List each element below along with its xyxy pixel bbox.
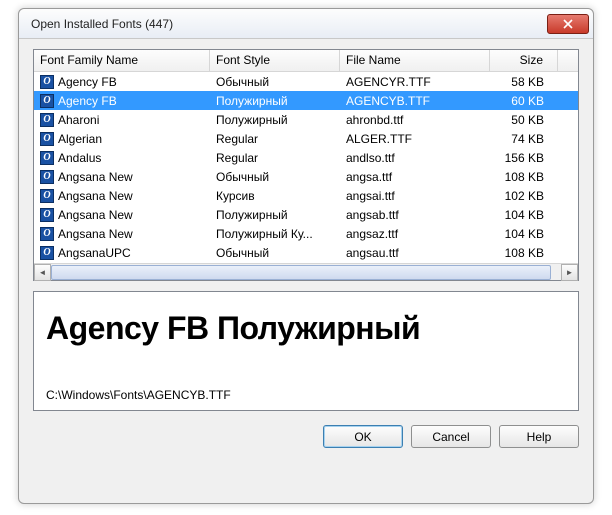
- scroll-thumb[interactable]: [51, 265, 551, 280]
- font-file-icon: O: [40, 170, 54, 184]
- font-file-icon: O: [40, 132, 54, 146]
- font-file-icon: O: [40, 113, 54, 127]
- help-button[interactable]: Help: [499, 425, 579, 448]
- window-title: Open Installed Fonts (447): [31, 17, 547, 31]
- cell-font-style: Обычный: [210, 246, 340, 260]
- font-file-icon: O: [40, 208, 54, 222]
- dialog-buttons: OK Cancel Help: [33, 425, 579, 448]
- cell-file-size: 108 KB: [490, 246, 558, 260]
- font-file-icon: O: [40, 94, 54, 108]
- cell-font-name: O Angsana New: [34, 208, 210, 222]
- col-header-name[interactable]: Font Family Name: [34, 50, 210, 71]
- cell-file-name: angsaz.ttf: [340, 227, 490, 241]
- table-row[interactable]: O Agency FB ПолужирныйAGENCYB.TTF60 KB: [34, 91, 578, 110]
- font-name-label: AngsanaUPC: [58, 246, 131, 260]
- cell-file-name: angsau.ttf: [340, 246, 490, 260]
- scroll-track[interactable]: [51, 264, 561, 281]
- ok-button[interactable]: OK: [323, 425, 403, 448]
- cell-font-style: Обычный: [210, 75, 340, 89]
- col-header-file[interactable]: File Name: [340, 50, 490, 71]
- cell-font-name: O AngsanaUPC: [34, 246, 210, 260]
- font-preview: Agency FB Полужирный C:\Windows\Fonts\AG…: [33, 291, 579, 411]
- cell-font-name: O Angsana New: [34, 227, 210, 241]
- table-row[interactable]: O Aharoni Полужирныйahronbd.ttf50 KB: [34, 110, 578, 129]
- table-row[interactable]: O Angsana New Полужирныйangsab.ttf104 KB: [34, 205, 578, 224]
- table-row[interactable]: O Andalus Regularandlso.ttf156 KB: [34, 148, 578, 167]
- cell-font-style: Regular: [210, 151, 340, 165]
- cell-file-name: angsai.ttf: [340, 189, 490, 203]
- cell-font-name: O Angsana New: [34, 189, 210, 203]
- font-name-label: Agency FB: [58, 94, 117, 108]
- cell-file-size: 156 KB: [490, 151, 558, 165]
- font-name-label: Andalus: [58, 151, 101, 165]
- cell-font-name: O Algerian: [34, 132, 210, 146]
- cell-font-style: Полужирный: [210, 208, 340, 222]
- cell-font-name: O Agency FB: [34, 75, 210, 89]
- cell-file-size: 104 KB: [490, 227, 558, 241]
- font-name-label: Algerian: [58, 132, 102, 146]
- cell-font-name: O Agency FB: [34, 94, 210, 108]
- font-name-label: Angsana New: [58, 189, 133, 203]
- cell-file-name: AGENCYR.TTF: [340, 75, 490, 89]
- cell-file-size: 74 KB: [490, 132, 558, 146]
- cell-file-name: angsa.ttf: [340, 170, 490, 184]
- font-rows: OAgency FBОбычныйAGENCYR.TTF58 KBOAgency…: [34, 72, 578, 263]
- open-fonts-dialog: Open Installed Fonts (447) Font Family N…: [18, 8, 594, 504]
- cell-file-size: 108 KB: [490, 170, 558, 184]
- horizontal-scrollbar[interactable]: ◄ ►: [34, 263, 578, 280]
- font-list[interactable]: Font Family Name Font Style File Name Si…: [33, 49, 579, 281]
- cell-file-size: 50 KB: [490, 113, 558, 127]
- table-row[interactable]: O AngsanaUPC Обычныйangsau.ttf108 KB: [34, 243, 578, 262]
- table-row[interactable]: O Angsana New Полужирный Ку...angsaz.ttf10…: [34, 224, 578, 243]
- font-file-icon: O: [40, 246, 54, 260]
- cell-file-name: AGENCYB.TTF: [340, 94, 490, 108]
- font-file-icon: O: [40, 151, 54, 165]
- column-headers: Font Family Name Font Style File Name Si…: [34, 50, 578, 72]
- table-row[interactable]: O Angsana New Обычныйangsa.ttf108 KB: [34, 167, 578, 186]
- col-header-style[interactable]: Font Style: [210, 50, 340, 71]
- cell-file-name: ahronbd.ttf: [340, 113, 490, 127]
- cell-font-name: O Andalus: [34, 151, 210, 165]
- table-row[interactable]: O Algerian RegularALGER.TTF74 KB: [34, 129, 578, 148]
- cell-file-name: angsab.ttf: [340, 208, 490, 222]
- table-row[interactable]: O Agency FB ОбычныйAGENCYR.TTF58 KB: [34, 72, 578, 91]
- preview-file-path: C:\Windows\Fonts\AGENCYB.TTF: [46, 388, 566, 402]
- cell-file-name: ALGER.TTF: [340, 132, 490, 146]
- preview-sample-text: Agency FB Полужирный: [46, 310, 566, 347]
- font-name-label: Angsana New: [58, 208, 133, 222]
- font-name-label: Aharoni: [58, 113, 99, 127]
- scroll-right-button[interactable]: ►: [561, 264, 578, 281]
- cell-file-size: 58 KB: [490, 75, 558, 89]
- close-button[interactable]: [547, 14, 589, 34]
- cell-file-name: andlso.ttf: [340, 151, 490, 165]
- font-file-icon: O: [40, 189, 54, 203]
- font-name-label: Angsana New: [58, 170, 133, 184]
- cell-font-style: Полужирный Ку...: [210, 227, 340, 241]
- cancel-button[interactable]: Cancel: [411, 425, 491, 448]
- font-file-icon: O: [40, 75, 54, 89]
- cell-font-name: O Aharoni: [34, 113, 210, 127]
- cell-font-style: Regular: [210, 132, 340, 146]
- cell-font-style: Полужирный: [210, 113, 340, 127]
- cell-font-style: Обычный: [210, 170, 340, 184]
- font-name-label: Angsana New: [58, 227, 133, 241]
- cell-file-size: 60 KB: [490, 94, 558, 108]
- font-file-icon: O: [40, 227, 54, 241]
- cell-font-style: Курсив: [210, 189, 340, 203]
- font-name-label: Agency FB: [58, 75, 117, 89]
- col-header-size[interactable]: Size: [490, 50, 558, 71]
- table-row[interactable]: O Angsana New Курсивangsai.ttf102 KB: [34, 186, 578, 205]
- cell-file-size: 102 KB: [490, 189, 558, 203]
- titlebar: Open Installed Fonts (447): [19, 9, 593, 39]
- cell-font-name: O Angsana New: [34, 170, 210, 184]
- cell-file-size: 104 KB: [490, 208, 558, 222]
- dialog-content: Font Family Name Font Style File Name Si…: [19, 39, 593, 503]
- close-icon: [563, 19, 573, 29]
- cell-font-style: Полужирный: [210, 94, 340, 108]
- scroll-left-button[interactable]: ◄: [34, 264, 51, 281]
